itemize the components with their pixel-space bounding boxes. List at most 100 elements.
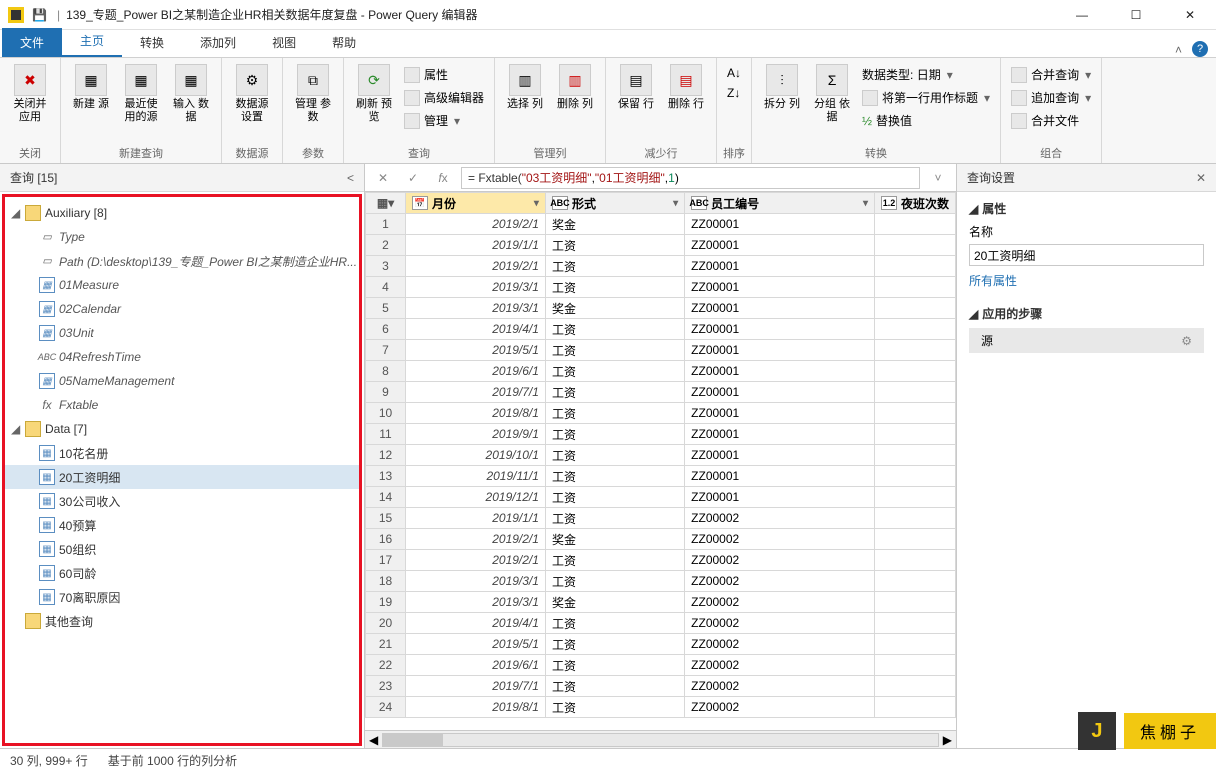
- collapse-icon[interactable]: <: [347, 171, 354, 185]
- enter-data-button[interactable]: ▦输入 数据: [167, 62, 215, 126]
- data-grid[interactable]: ▦▾ 📅月份▾ ABC形式▾ ABC员工编号▾ 1.2夜班次数 12019/2/…: [365, 192, 956, 730]
- table-row[interactable]: 122019/10/1工资ZZ00001: [366, 445, 956, 466]
- step-source[interactable]: 源⚙: [969, 328, 1204, 353]
- properties-section[interactable]: ◢属性: [969, 200, 1204, 217]
- sort-asc-button[interactable]: A↓: [723, 64, 745, 82]
- scroll-left-icon[interactable]: ◀: [369, 733, 378, 747]
- scroll-thumb[interactable]: [383, 734, 443, 746]
- advanced-editor-button[interactable]: 高级编辑器: [400, 87, 488, 108]
- minimize-button[interactable]: —: [1064, 8, 1100, 22]
- manage-params-button[interactable]: ⧉管理 参数: [289, 62, 337, 126]
- table-row[interactable]: 32019/2/1工资ZZ00001: [366, 256, 956, 277]
- keep-rows-button[interactable]: ▤保留 行: [612, 62, 660, 113]
- merge-queries-button[interactable]: 合并查询▾: [1007, 64, 1095, 85]
- query-item[interactable]: fxFxtable: [5, 393, 359, 417]
- formula-input[interactable]: = Fxtable("03工资明细","01工资明细",1): [461, 167, 920, 189]
- query-item[interactable]: ▭Type: [5, 225, 359, 249]
- filter-icon[interactable]: ▾: [673, 198, 678, 209]
- close-button[interactable]: ✕: [1172, 8, 1208, 22]
- table-row[interactable]: 22019/1/1工资ZZ00001: [366, 235, 956, 256]
- sort-desc-button[interactable]: Z↓: [723, 84, 745, 102]
- table-row[interactable]: 132019/11/1工资ZZ00001: [366, 466, 956, 487]
- table-row[interactable]: 42019/3/1工资ZZ00001: [366, 277, 956, 298]
- filter-icon[interactable]: ▾: [534, 198, 539, 209]
- query-item[interactable]: ▦05NameManagement: [5, 369, 359, 393]
- gear-icon[interactable]: ⚙: [1181, 334, 1192, 348]
- folder-auxiliary[interactable]: ◢Auxiliary [8]: [5, 201, 359, 225]
- table-row[interactable]: 242019/8/1工资ZZ00002: [366, 697, 956, 718]
- query-item[interactable]: ▦10花名册: [5, 441, 359, 465]
- all-properties-link[interactable]: 所有属性: [969, 272, 1204, 289]
- tab-addcolumn[interactable]: 添加列: [182, 28, 254, 57]
- refresh-preview-button[interactable]: ⟳刷新 预览: [350, 62, 398, 126]
- folder-other[interactable]: ◢其他查询: [5, 609, 359, 633]
- query-item[interactable]: ▦70离职原因: [5, 585, 359, 609]
- table-row[interactable]: 142019/12/1工资ZZ00001: [366, 487, 956, 508]
- folder-data[interactable]: ◢Data [7]: [5, 417, 359, 441]
- table-row[interactable]: 172019/2/1工资ZZ00002: [366, 550, 956, 571]
- choose-columns-button[interactable]: ▥选择 列: [501, 62, 549, 113]
- query-item[interactable]: ▦03Unit: [5, 321, 359, 345]
- query-name-input[interactable]: [969, 244, 1204, 266]
- properties-button[interactable]: 属性: [400, 64, 488, 85]
- cancel-formula-button[interactable]: ✕: [371, 168, 395, 188]
- new-source-button[interactable]: ▦新建 源: [67, 62, 115, 113]
- remove-columns-button[interactable]: ▥删除 列: [551, 62, 599, 113]
- col-employee[interactable]: ABC员工编号▾: [685, 193, 875, 214]
- queries-header[interactable]: 查询 [15]<: [0, 164, 364, 192]
- filter-icon[interactable]: ▾: [863, 198, 868, 209]
- table-row[interactable]: 192019/3/1奖金ZZ00002: [366, 592, 956, 613]
- query-item[interactable]: ABC04RefreshTime: [5, 345, 359, 369]
- table-row[interactable]: 72019/5/1工资ZZ00001: [366, 340, 956, 361]
- accept-formula-button[interactable]: ✓: [401, 168, 425, 188]
- help-icon[interactable]: ?: [1192, 41, 1208, 57]
- table-row[interactable]: 52019/3/1奖金ZZ00001: [366, 298, 956, 319]
- query-item[interactable]: ▦40预算: [5, 513, 359, 537]
- table-row[interactable]: 152019/1/1工资ZZ00002: [366, 508, 956, 529]
- remove-rows-button[interactable]: ▤删除 行: [662, 62, 710, 113]
- table-row[interactable]: 82019/6/1工资ZZ00001: [366, 361, 956, 382]
- table-row[interactable]: 12019/2/1奖金ZZ00001: [366, 214, 956, 235]
- datasource-settings-button[interactable]: ⚙数据源 设置: [228, 62, 276, 126]
- horizontal-scrollbar[interactable]: ◀ ▶: [365, 730, 956, 748]
- maximize-button[interactable]: ☐: [1118, 8, 1154, 22]
- table-row[interactable]: 182019/3/1工资ZZ00002: [366, 571, 956, 592]
- row-header-corner[interactable]: ▦▾: [366, 193, 406, 214]
- steps-section[interactable]: ◢应用的步骤: [969, 305, 1204, 322]
- query-item[interactable]: ▦60司龄: [5, 561, 359, 585]
- table-row[interactable]: 222019/6/1工资ZZ00002: [366, 655, 956, 676]
- datatype-button[interactable]: 数据类型: 日期▾: [858, 64, 994, 85]
- query-item[interactable]: ▦30公司收入: [5, 489, 359, 513]
- combine-files-button[interactable]: 合并文件: [1007, 110, 1095, 131]
- table-row[interactable]: 102019/8/1工资ZZ00001: [366, 403, 956, 424]
- query-item[interactable]: ▭Path (D:\desktop\139_专题_Power BI之某制造企业H…: [5, 249, 359, 273]
- query-item[interactable]: ▦20工资明细: [5, 465, 359, 489]
- recent-sources-button[interactable]: ▦最近使 用的源: [117, 62, 165, 126]
- replace-values-button[interactable]: ½替换值: [858, 110, 994, 131]
- table-row[interactable]: 232019/7/1工资ZZ00002: [366, 676, 956, 697]
- save-icon[interactable]: 💾: [32, 8, 47, 22]
- close-apply-button[interactable]: ✖关闭并 应用: [6, 62, 54, 126]
- scroll-right-icon[interactable]: ▶: [943, 733, 952, 747]
- query-item[interactable]: ▦02Calendar: [5, 297, 359, 321]
- query-item[interactable]: ▦01Measure: [5, 273, 359, 297]
- tab-view[interactable]: 视图: [254, 28, 314, 57]
- tab-home[interactable]: 主页: [62, 26, 122, 57]
- col-night[interactable]: 1.2夜班次数: [874, 193, 955, 214]
- table-row[interactable]: 112019/9/1工资ZZ00001: [366, 424, 956, 445]
- split-column-button[interactable]: ⫶拆分 列: [758, 62, 806, 113]
- table-row[interactable]: 62019/4/1工资ZZ00001: [366, 319, 956, 340]
- col-month[interactable]: 📅月份▾: [406, 193, 546, 214]
- firstrow-headers-button[interactable]: 将第一行用作标题▾: [858, 87, 994, 108]
- close-settings-icon[interactable]: ✕: [1196, 171, 1206, 185]
- table-row[interactable]: 212019/5/1工资ZZ00002: [366, 634, 956, 655]
- append-queries-button[interactable]: 追加查询▾: [1007, 87, 1095, 108]
- tab-help[interactable]: 帮助: [314, 28, 374, 57]
- tab-transform[interactable]: 转换: [122, 28, 182, 57]
- col-form[interactable]: ABC形式▾: [545, 193, 684, 214]
- collapse-ribbon-icon[interactable]: ˄: [1175, 43, 1182, 57]
- groupby-button[interactable]: Σ分组 依据: [808, 62, 856, 126]
- table-row[interactable]: 202019/4/1工资ZZ00002: [366, 613, 956, 634]
- tab-file[interactable]: 文件: [2, 28, 62, 57]
- manage-button[interactable]: 管理▾: [400, 110, 488, 131]
